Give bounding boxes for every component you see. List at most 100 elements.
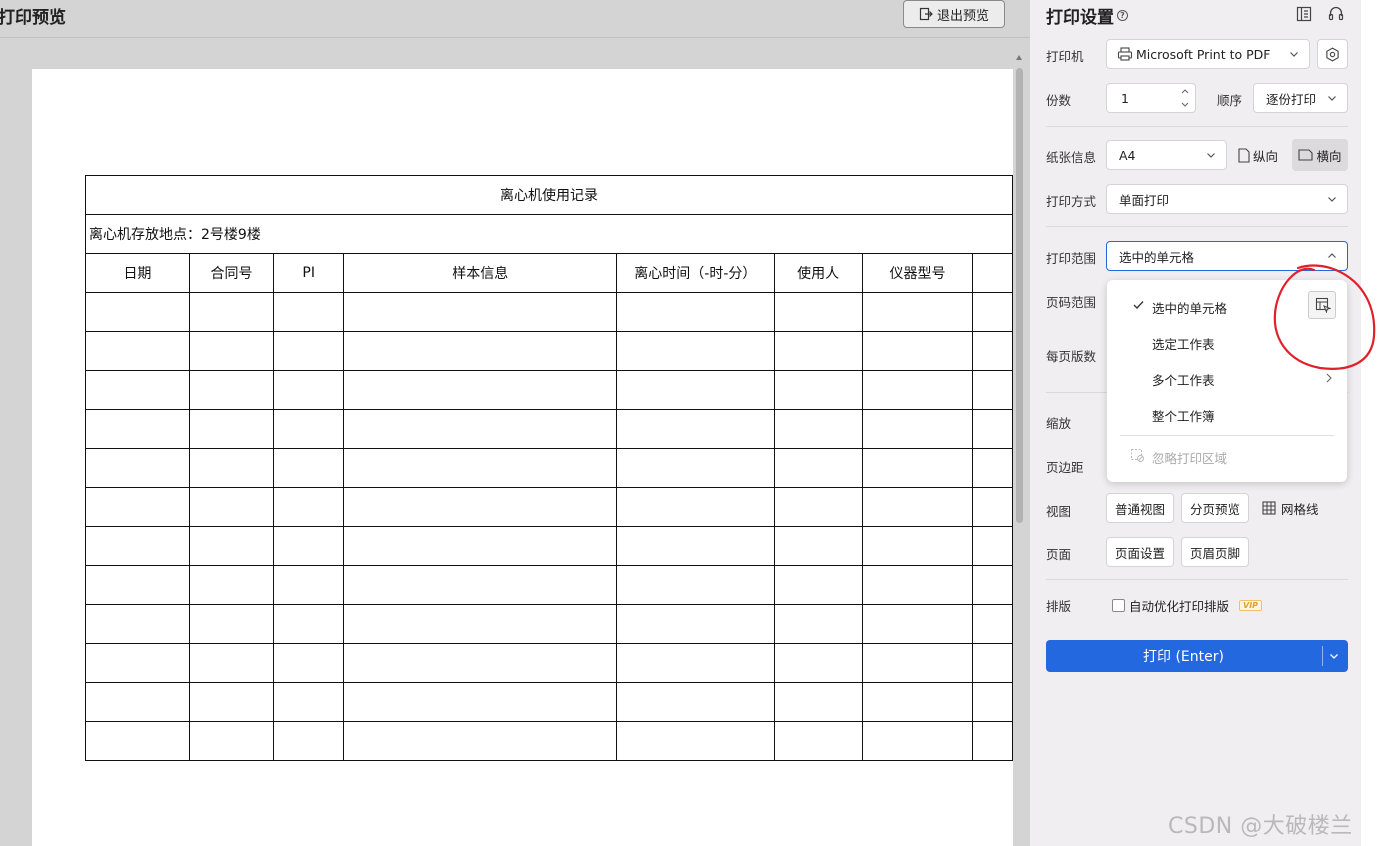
table-cell (972, 331, 1013, 371)
table-row (85, 448, 1013, 488)
table-cell (343, 682, 618, 722)
normal-view-button[interactable]: 普通视图 (1106, 493, 1174, 523)
table-row (85, 331, 1013, 371)
window-edge (1361, 0, 1377, 846)
table-cell (972, 292, 1013, 332)
table-cell (343, 370, 618, 410)
margin-label: 页边距 (1046, 460, 1084, 475)
print-options-chevron-icon[interactable] (1329, 651, 1339, 661)
col-header-centrifuge-time: 离心时间（-时-分） (616, 253, 775, 293)
printer-properties-button[interactable] (1317, 39, 1348, 69)
paper-page: 离心机使用记录 离心机存放地点：2号楼9楼 日期 合同号 PI 样本信息 离心时… (32, 69, 1013, 846)
dropdown-item-multiple-sheets[interactable]: 多个工作表 (1152, 370, 1215, 389)
table-cell (972, 682, 1013, 722)
auto-optimize-checkbox-row[interactable]: 自动优化打印排版 VIP (1112, 596, 1263, 615)
page-setup-button[interactable]: 页面设置 (1106, 537, 1174, 567)
page-range-label: 页码范围 (1046, 295, 1097, 310)
dropdown-divider (1120, 435, 1334, 436)
preview-header: 打印预览 退出预览 (0, 0, 1030, 38)
table-cell (343, 643, 618, 683)
paper-size-value: A4 (1119, 147, 1136, 163)
printer-select[interactable]: Microsoft Print to PDF (1106, 39, 1310, 69)
print-button[interactable]: 打印 (Enter) (1046, 640, 1348, 672)
table-cell (616, 448, 775, 488)
col-header-pi: PI (273, 253, 345, 293)
stepper-arrows-icon[interactable] (1181, 87, 1189, 109)
table-cell (188, 409, 275, 449)
table-cell (773, 526, 863, 566)
table-row (85, 487, 1013, 527)
dropdown-item-selected-sheet[interactable]: 选定工作表 (1152, 334, 1215, 353)
help-icon[interactable]: ? (1117, 10, 1128, 21)
table-cell (773, 448, 863, 488)
print-range-label: 打印范围 (1046, 251, 1097, 266)
table-cell (343, 331, 618, 371)
table-cell (273, 565, 345, 605)
table-cell (273, 448, 345, 488)
table-cell (972, 526, 1013, 566)
ignore-print-area-icon (1131, 449, 1144, 462)
copies-stepper[interactable]: 1 (1106, 83, 1196, 113)
table-cell (773, 370, 863, 410)
auto-optimize-checkbox[interactable] (1112, 599, 1125, 612)
portrait-option[interactable]: 纵向 (1238, 140, 1288, 170)
table-cell (343, 526, 618, 566)
table-cell (188, 448, 275, 488)
order-label: 顺序 (1217, 93, 1243, 108)
table-cell (861, 370, 974, 410)
table-cell (188, 331, 275, 371)
scroll-up-arrow[interactable] (1016, 55, 1022, 60)
header-footer-button[interactable]: 页眉页脚 (1181, 537, 1249, 567)
table-cell (616, 409, 775, 449)
col-header-extra (972, 253, 1013, 293)
print-mode-select[interactable]: 单面打印 (1106, 184, 1348, 214)
landscape-label: 横向 (1316, 148, 1342, 164)
table-cell (188, 487, 275, 527)
scrollbar-thumb[interactable] (1016, 68, 1023, 523)
col-header-user: 使用人 (773, 253, 863, 293)
gridlines-label: 网格线 (1281, 501, 1319, 517)
paper-size-select[interactable]: A4 (1106, 140, 1227, 170)
table-row (85, 643, 1013, 683)
table-cell (861, 487, 974, 527)
dropdown-item-selected-cells[interactable]: 选中的单元格 (1152, 298, 1227, 317)
table-cell (85, 682, 190, 722)
dropdown-item-whole-workbook[interactable]: 整个工作簿 (1152, 406, 1215, 425)
col-header-sample-info: 样本信息 (343, 253, 618, 293)
layout-icon[interactable] (1296, 6, 1312, 22)
table-cell (188, 292, 275, 332)
headset-icon[interactable] (1328, 5, 1344, 23)
chevron-right-icon (1326, 373, 1332, 383)
table-row (85, 565, 1013, 605)
table-cell (773, 409, 863, 449)
table-cell (773, 487, 863, 527)
exit-preview-button[interactable]: 退出预览 (903, 0, 1005, 28)
portrait-label: 纵向 (1253, 148, 1279, 164)
table-row (85, 682, 1013, 722)
chevron-down-icon (1328, 96, 1336, 101)
table-cell (972, 487, 1013, 527)
gridlines-toggle[interactable]: 网格线 (1262, 498, 1319, 518)
print-button-label: 打印 (Enter) (1143, 649, 1224, 665)
table-cell (273, 409, 345, 449)
table-cell (188, 721, 275, 761)
print-button-separator (1322, 646, 1323, 666)
preview-scrollbar[interactable] (1015, 55, 1024, 846)
table-row (85, 370, 1013, 410)
page-break-preview-button[interactable]: 分页预览 (1181, 493, 1249, 523)
divider (1046, 126, 1348, 127)
table-cell (861, 604, 974, 644)
table-cell (616, 487, 775, 527)
table-cell (188, 526, 275, 566)
table-cell (773, 643, 863, 683)
settings-hex-icon (1326, 46, 1339, 62)
printer-value: Microsoft Print to PDF (1136, 46, 1271, 62)
table-cell (273, 682, 345, 722)
pages-per-sheet-label: 每页版数 (1046, 349, 1097, 364)
table-row (85, 721, 1013, 761)
printer-icon (1117, 47, 1133, 61)
order-select[interactable]: 逐份打印 (1253, 83, 1348, 113)
copies-label: 份数 (1046, 93, 1072, 108)
landscape-option[interactable]: 横向 (1292, 139, 1348, 171)
table-cell (773, 292, 863, 332)
